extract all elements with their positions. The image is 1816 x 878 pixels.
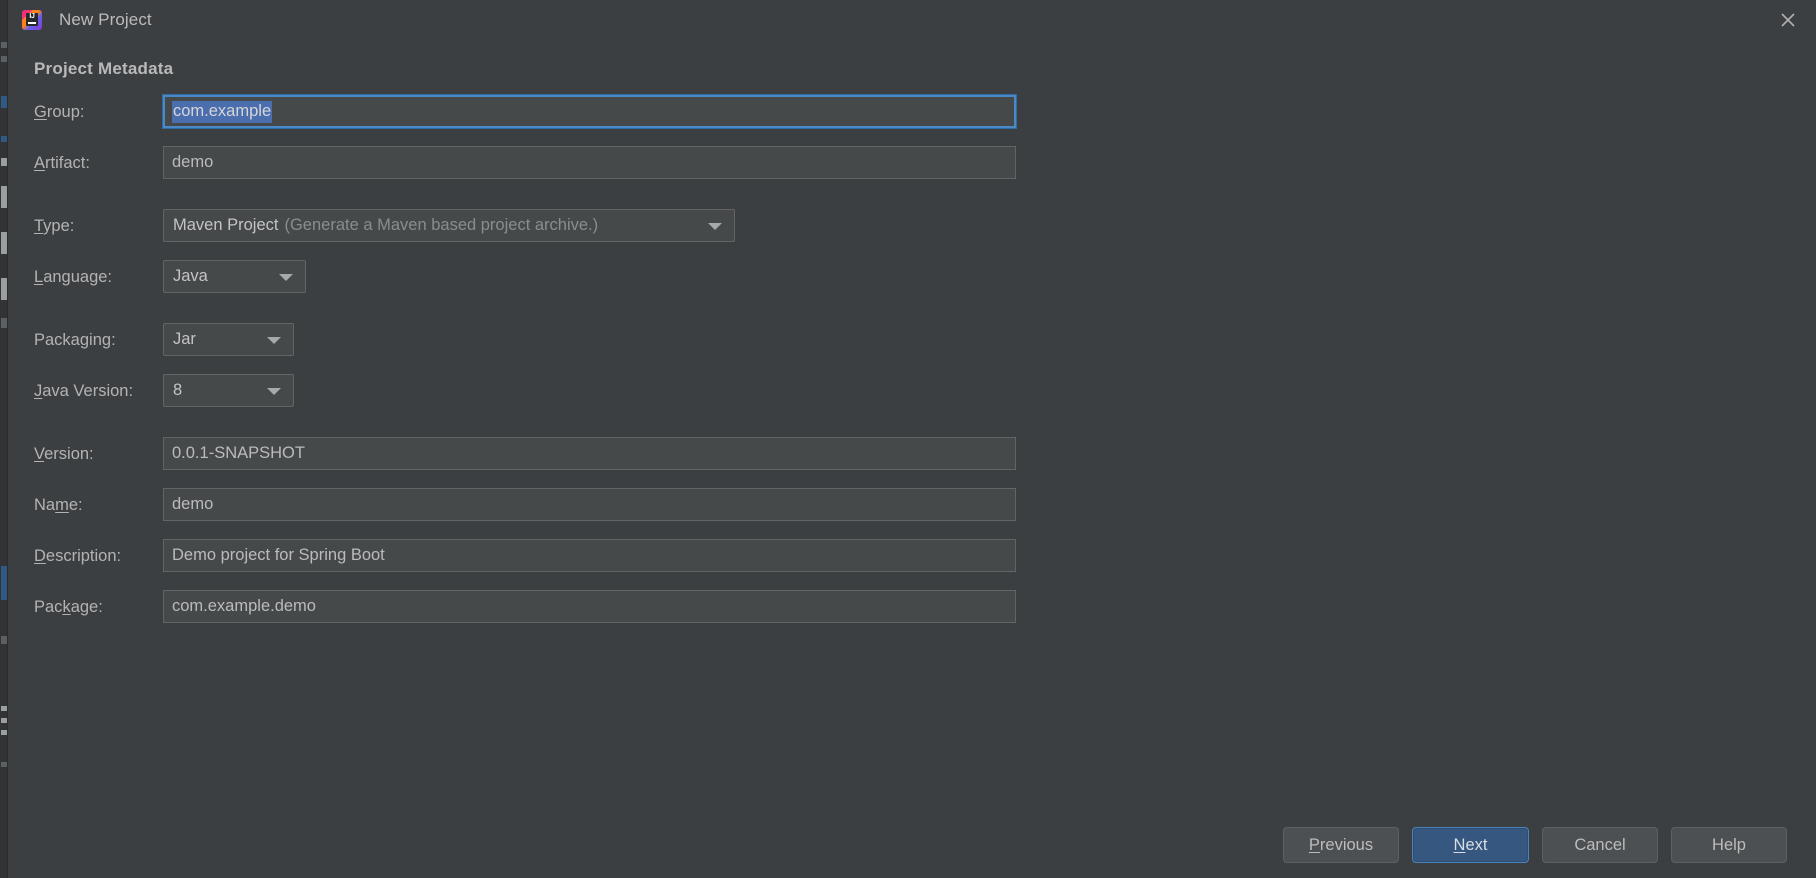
packaging-combo-value: Jar — [173, 330, 196, 348]
label-artifact: Artifact: — [34, 153, 90, 172]
description-input-value: Demo project for Spring Boot — [172, 546, 385, 564]
label-package: Package: — [34, 597, 103, 616]
next-button[interactable]: Next — [1412, 827, 1529, 863]
group-input[interactable]: com.example — [162, 94, 1017, 129]
label-version: Version: — [34, 444, 94, 463]
package-input-value: com.example.demo — [172, 597, 316, 615]
package-input[interactable]: com.example.demo — [163, 590, 1016, 623]
background-window-sliver — [0, 0, 8, 878]
row-name: Name: demo — [8, 488, 1108, 522]
label-java-version: Java Version: — [34, 381, 134, 400]
language-combo[interactable]: Java — [163, 260, 306, 293]
dialog-titlebar: IJ New Project — [8, 0, 1816, 40]
row-packaging: Packaging: Jar — [8, 323, 1108, 357]
chevron-down-icon — [267, 336, 281, 344]
row-package: Package: com.example.demo — [8, 590, 1108, 624]
artifact-input[interactable]: demo — [163, 146, 1016, 179]
java-version-combo[interactable]: 8 — [163, 374, 294, 407]
section-title-project-metadata: Project Metadata — [34, 59, 174, 78]
row-artifact: Artifact: demo — [8, 146, 1108, 180]
new-project-dialog: IJ New Project Project Metadata Group: c… — [0, 0, 1816, 878]
label-packaging: Packaging: — [34, 330, 116, 349]
version-input-value: 0.0.1-SNAPSHOT — [172, 444, 305, 462]
packaging-combo[interactable]: Jar — [163, 323, 294, 356]
type-combo-value: Maven Project — [173, 216, 279, 234]
version-input[interactable]: 0.0.1-SNAPSHOT — [163, 437, 1016, 470]
row-version: Version: 0.0.1-SNAPSHOT — [8, 437, 1108, 471]
intellij-idea-logo-icon: IJ — [21, 9, 43, 31]
row-language: Language: Java — [8, 260, 1108, 294]
type-combo-hint: (Generate a Maven based project archive.… — [284, 216, 599, 234]
row-group: Group: com.example — [8, 94, 1108, 129]
chevron-down-icon — [279, 273, 293, 281]
name-input[interactable]: demo — [163, 488, 1016, 521]
close-icon[interactable] — [1760, 0, 1816, 40]
type-combo[interactable]: Maven Project (Generate a Maven based pr… — [163, 209, 735, 242]
dialog-content: Project Metadata Group: com.example Arti… — [8, 40, 1816, 878]
dialog-title: New Project — [59, 10, 152, 29]
label-name: Name: — [34, 495, 83, 514]
label-group: Group: — [34, 102, 85, 121]
cancel-button[interactable]: Cancel — [1542, 827, 1658, 863]
row-description: Description: Demo project for Spring Boo… — [8, 539, 1108, 573]
chevron-down-icon — [708, 222, 722, 230]
label-description: Description: — [34, 546, 122, 565]
language-combo-value: Java — [173, 267, 208, 285]
row-java-version: Java Version: 8 — [8, 374, 1108, 408]
description-input[interactable]: Demo project for Spring Boot — [163, 539, 1016, 572]
label-language: Language: — [34, 267, 113, 286]
label-type: Type: — [34, 216, 75, 235]
chevron-down-icon — [267, 387, 281, 395]
java-version-combo-value: 8 — [173, 381, 183, 399]
previous-button[interactable]: Previous — [1283, 827, 1399, 863]
logo-text: IJ — [29, 13, 35, 20]
artifact-input-value: demo — [172, 153, 214, 171]
group-input-value: com.example — [172, 100, 273, 123]
help-button[interactable]: Help — [1671, 827, 1787, 863]
name-input-value: demo — [172, 495, 214, 513]
row-type: Type: Maven Project (Generate a Maven ba… — [8, 209, 1108, 243]
